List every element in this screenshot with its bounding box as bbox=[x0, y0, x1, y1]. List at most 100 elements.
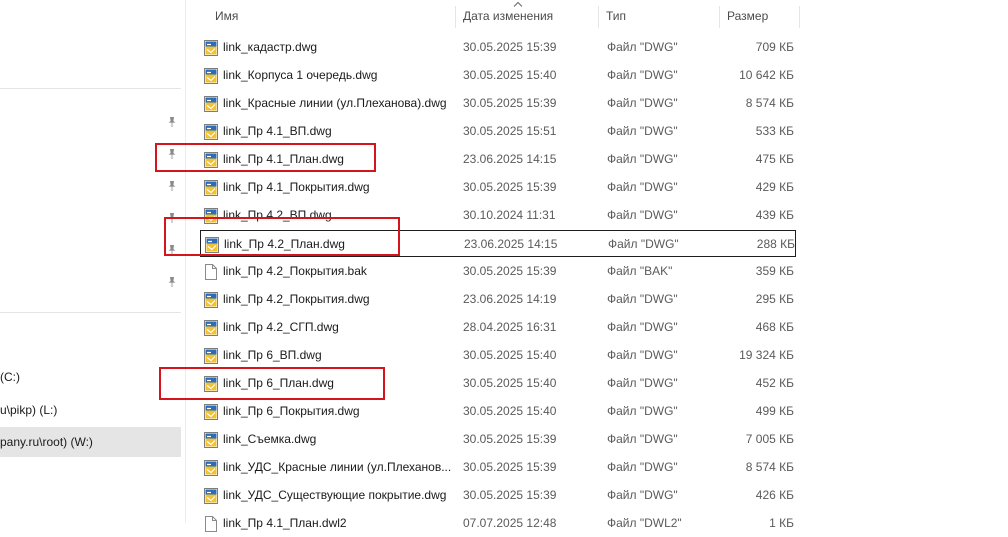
file-type: Файл "DWG" bbox=[607, 180, 678, 194]
file-size: 10 642 КБ bbox=[739, 68, 794, 82]
file-row[interactable]: link_Пр 4.2_Покрытия.dwg 23.06.2025 14:19… bbox=[200, 286, 796, 313]
file-date: 30.05.2025 15:39 bbox=[463, 264, 557, 278]
file-size: 426 КБ bbox=[755, 488, 794, 502]
file-size: 8 574 КБ bbox=[745, 460, 794, 474]
dwg-file-icon bbox=[204, 96, 218, 112]
file-name[interactable]: link_Пр 4.1_План.dwl2 bbox=[223, 510, 453, 537]
red-highlight-box bbox=[164, 217, 400, 256]
file-size: 1 КБ bbox=[769, 516, 794, 530]
drive-l[interactable]: u\pikp) (L:) bbox=[0, 395, 181, 425]
file-row[interactable]: link_Пр 4.2_Покрытия.bak 30.05.2025 15:39… bbox=[200, 258, 796, 285]
drive-w[interactable]: pany.ru\root) (W:) bbox=[0, 427, 181, 457]
file-type: Файл "BAK" bbox=[607, 264, 673, 278]
file-size: 7 005 КБ bbox=[745, 432, 794, 446]
file-date: 30.05.2025 15:39 bbox=[463, 180, 557, 194]
file-row[interactable]: link_Съемка.dwg 30.05.2025 15:39 Файл "DWG… bbox=[200, 426, 796, 453]
column-name[interactable]: Имя bbox=[207, 0, 455, 33]
file-size: 288 КБ bbox=[756, 237, 795, 251]
file-name[interactable]: link_кадастр.dwg bbox=[223, 34, 453, 61]
file-name[interactable]: link_Пр 6_ВП.dwg bbox=[223, 342, 453, 369]
dwg-file-icon bbox=[204, 68, 218, 84]
navigation-divider bbox=[0, 88, 181, 89]
dwg-file-icon bbox=[204, 320, 218, 336]
dwg-file-icon bbox=[204, 432, 218, 448]
file-name[interactable]: link_Пр 4.2_Покрытия.dwg bbox=[223, 286, 453, 313]
file-type: Файл "DWG" bbox=[608, 237, 679, 251]
file-row[interactable]: link_УДС_Красные линии (ул.Плеханов... 30… bbox=[200, 454, 796, 481]
column-date[interactable]: Дата изменения bbox=[455, 0, 598, 33]
red-highlight-box bbox=[159, 367, 385, 400]
file-type: Файл "DWG" bbox=[607, 292, 678, 306]
drive-c[interactable]: (C:) bbox=[0, 362, 181, 392]
file-name[interactable]: link_Пр 4.2_Покрытия.bak bbox=[223, 258, 453, 285]
file-type: Файл "DWG" bbox=[607, 320, 678, 334]
file-row[interactable]: link_Пр 6_ВП.dwg 30.05.2025 15:40 Файл "DW… bbox=[200, 342, 796, 369]
file-row[interactable]: link_Пр 4.1_ВП.dwg 30.05.2025 15:51 Файл "… bbox=[200, 118, 796, 145]
file-date: 23.06.2025 14:15 bbox=[464, 237, 558, 251]
file-date: 30.05.2025 15:40 bbox=[463, 68, 557, 82]
dwg-file-icon bbox=[204, 460, 218, 476]
file-name[interactable]: link_Пр 4.1_ВП.dwg bbox=[223, 118, 453, 145]
file-date: 30.05.2025 15:40 bbox=[463, 348, 557, 362]
file-name[interactable]: link_Красные линии (ул.Плеханова).dwg bbox=[223, 90, 453, 117]
file-name[interactable]: link_Пр 6_Покрытия.dwg bbox=[223, 398, 453, 425]
blank-file-icon bbox=[204, 516, 218, 532]
file-size: 475 КБ bbox=[755, 152, 794, 166]
file-row[interactable]: link_Красные линии (ул.Плеханова).dwg 30.… bbox=[200, 90, 796, 117]
file-size: 533 КБ bbox=[755, 124, 794, 138]
file-list: link_кадастр.dwg 30.05.2025 15:39 Файл "DW… bbox=[186, 33, 1008, 532]
file-date: 30.05.2025 15:51 bbox=[463, 124, 557, 138]
file-name[interactable]: link_УДС_Существующие покрытие.dwg bbox=[223, 482, 453, 509]
file-row[interactable]: link_Пр 4.1_План.dwl2 07.07.2025 12:48 Фай… bbox=[200, 510, 796, 537]
file-date: 23.06.2025 14:15 bbox=[463, 152, 557, 166]
file-size: 359 КБ bbox=[755, 264, 794, 278]
dwg-file-icon bbox=[204, 124, 218, 140]
column-divider[interactable] bbox=[799, 6, 800, 28]
dwg-file-icon bbox=[204, 488, 218, 504]
pin-icon[interactable] bbox=[166, 180, 178, 192]
file-name[interactable]: link_Съемка.dwg bbox=[223, 426, 453, 453]
file-name[interactable]: link_Пр 4.2_СГП.dwg bbox=[223, 314, 453, 341]
file-row[interactable]: link_Пр 4.1_Покрытия.dwg 30.05.2025 15:39… bbox=[200, 174, 796, 201]
column-size[interactable]: Размер bbox=[719, 0, 799, 33]
file-size: 429 КБ bbox=[755, 180, 794, 194]
file-date: 30.05.2025 15:39 bbox=[463, 40, 557, 54]
file-date: 30.05.2025 15:40 bbox=[463, 376, 557, 390]
file-name[interactable]: link_Корпуса 1 очередь.dwg bbox=[223, 62, 453, 89]
column-header-bar: Имя Дата изменения Тип Размер bbox=[186, 0, 1008, 33]
file-date: 30.05.2025 15:39 bbox=[463, 432, 557, 446]
file-size: 709 КБ bbox=[755, 40, 794, 54]
pin-icon[interactable] bbox=[166, 276, 178, 288]
file-date: 30.05.2025 15:39 bbox=[463, 488, 557, 502]
file-type: Файл "DWG" bbox=[607, 68, 678, 82]
file-size: 19 324 КБ bbox=[739, 348, 794, 362]
file-type: Файл "DWG" bbox=[607, 432, 678, 446]
file-size: 295 КБ bbox=[755, 292, 794, 306]
blank-file-icon bbox=[204, 264, 218, 280]
pin-icon[interactable] bbox=[166, 116, 178, 128]
file-type: Файл "DWG" bbox=[607, 40, 678, 54]
file-row[interactable]: link_Пр 4.2_СГП.dwg 28.04.2025 16:31 Файл … bbox=[200, 314, 796, 341]
file-row[interactable]: link_кадастр.dwg 30.05.2025 15:39 Файл "DW… bbox=[200, 34, 796, 61]
file-date: 30.05.2025 15:39 bbox=[463, 460, 557, 474]
column-type[interactable]: Тип bbox=[598, 0, 719, 33]
file-type: Файл "DWG" bbox=[607, 96, 678, 110]
file-name[interactable]: link_Пр 4.1_Покрытия.dwg bbox=[223, 174, 453, 201]
dwg-file-icon bbox=[204, 40, 218, 56]
file-type: Файл "DWG" bbox=[607, 488, 678, 502]
file-name[interactable]: link_УДС_Красные линии (ул.Плеханов... bbox=[223, 454, 453, 481]
file-date: 30.05.2025 15:40 bbox=[463, 404, 557, 418]
file-row[interactable]: link_УДС_Существующие покрытие.dwg 30.05.… bbox=[200, 482, 796, 509]
file-row[interactable]: link_Пр 6_Покрытия.dwg 30.05.2025 15:40 Фа… bbox=[200, 398, 796, 425]
file-row[interactable]: link_Корпуса 1 очередь.dwg 30.05.2025 15:… bbox=[200, 62, 796, 89]
dwg-file-icon bbox=[204, 292, 218, 308]
file-type: Файл "DWG" bbox=[607, 348, 678, 362]
file-size: 452 КБ bbox=[755, 376, 794, 390]
dwg-file-icon bbox=[204, 180, 218, 196]
file-type: Файл "DWG" bbox=[607, 124, 678, 138]
navigation-pane: (C:) u\pikp) (L:) pany.ru\root) (W:) bbox=[0, 0, 185, 523]
navigation-divider bbox=[0, 312, 181, 313]
file-size: 468 КБ bbox=[755, 320, 794, 334]
dwg-file-icon bbox=[204, 404, 218, 420]
file-date: 30.10.2024 11:31 bbox=[463, 208, 556, 222]
